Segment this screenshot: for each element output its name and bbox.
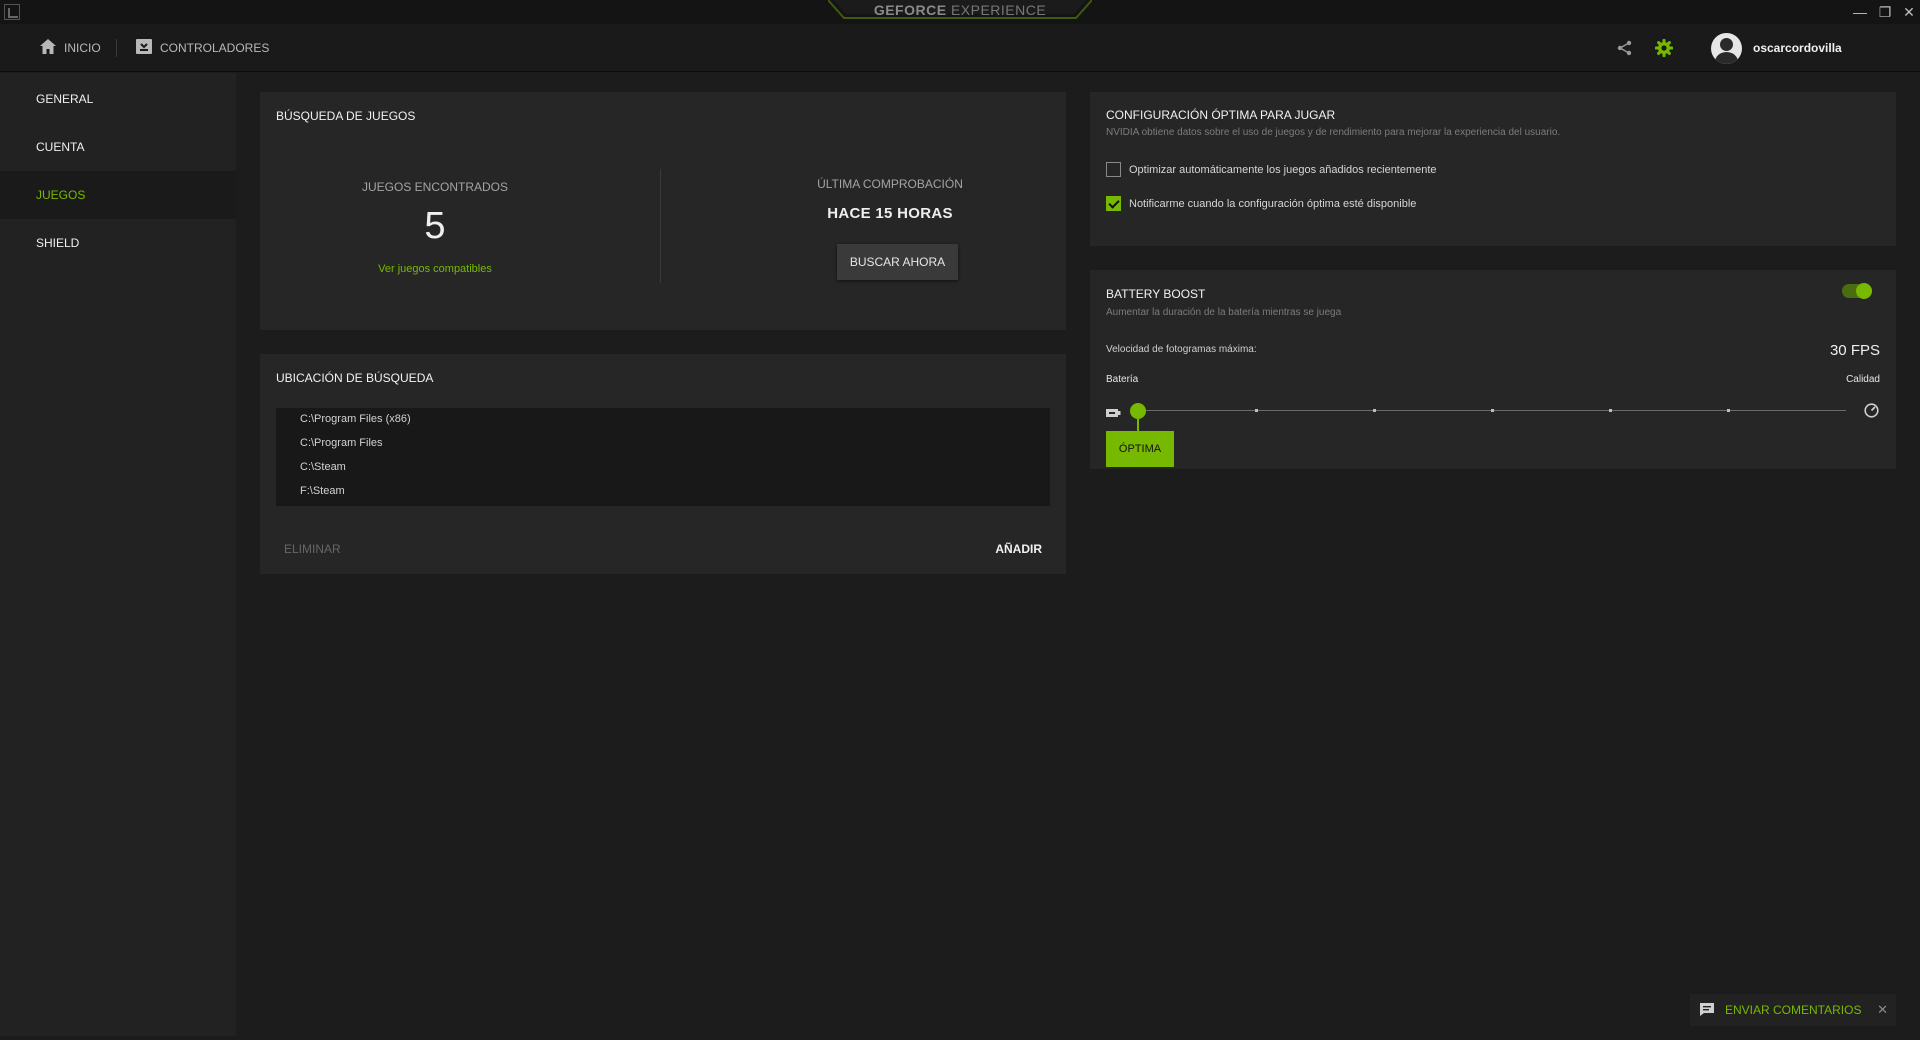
share-icon[interactable] <box>1615 38 1635 58</box>
last-check-label: ÚLTIMA COMPROBACIÓN <box>817 177 963 191</box>
slider-handle-stem <box>1137 419 1139 431</box>
stats-divider <box>660 169 661 283</box>
max-fps-value: 30 FPS <box>1829 342 1880 359</box>
max-fps-label: Velocidad de fotogramas máxima: <box>1106 344 1257 355</box>
game-search-title: BÚSQUEDA DE JUEGOS <box>276 109 416 123</box>
username[interactable]: oscarcordovilla <box>1753 24 1842 72</box>
auto-optimize-checkbox[interactable] <box>1106 162 1121 177</box>
slider-tick <box>1491 409 1494 412</box>
speedometer-icon <box>1864 403 1879 423</box>
optimal-settings-panel: CONFIGURACIÓN ÓPTIMA PARA JUGAR NVIDIA o… <box>1090 92 1896 246</box>
close-icon[interactable]: ✕ <box>1877 994 1888 1026</box>
drivers-icon <box>136 39 152 57</box>
games-found-label: JUEGOS ENCONTRADOS <box>361 180 508 194</box>
slider-left-label: Batería <box>1106 374 1139 385</box>
nav-divider <box>116 39 117 57</box>
close-window-button[interactable]: ✕ <box>1897 2 1920 22</box>
option-auto-optimize[interactable]: Optimizar automáticamente los juegos aña… <box>1106 162 1437 177</box>
sidebar-item-shield[interactable]: SHIELD <box>0 219 236 267</box>
fps-slider[interactable] <box>1138 409 1846 412</box>
battery-boost-description: Aumentar la duración de la batería mient… <box>1106 307 1342 318</box>
notify-checkbox[interactable] <box>1106 196 1121 211</box>
last-check-value: HACE 15 HORAS <box>827 205 953 222</box>
nav-item-controladores[interactable]: CONTROLADORES <box>136 24 269 72</box>
avatar[interactable] <box>1711 33 1742 64</box>
games-found-count: 5 <box>424 205 446 247</box>
home-icon <box>40 39 56 57</box>
path-list: C:\Program Files (x86) C:\Program Files … <box>276 408 1050 506</box>
restore-button[interactable]: ❐ <box>1873 2 1897 22</box>
remove-button[interactable]: ELIMINAR <box>284 542 341 556</box>
battery-icon <box>1106 405 1121 423</box>
slider-right-label: Calidad <box>1846 374 1880 385</box>
nav-item-inicio[interactable]: INICIO <box>40 24 101 72</box>
sidebar: GENERAL CUENTA JUEGOS SHIELD <box>0 73 236 1036</box>
brand-logo: GEFORCE EXPERIENCE <box>828 0 1092 22</box>
option-notify[interactable]: Notificarme cuando la configuración ópti… <box>1106 196 1416 211</box>
scan-now-button[interactable]: BUSCAR AHORA <box>837 244 958 280</box>
battery-boost-toggle[interactable] <box>1842 283 1872 299</box>
path-item[interactable]: C:\Program Files (x86) <box>300 413 411 425</box>
minimize-button[interactable]: — <box>1848 2 1872 22</box>
sidebar-item-juegos[interactable]: JUEGOS <box>0 171 236 219</box>
brand-bold-text: GEFORCE <box>873 2 947 18</box>
slider-tick <box>1727 409 1730 412</box>
battery-boost-panel: BATTERY BOOST Aumentar la duración de la… <box>1090 270 1896 469</box>
path-item[interactable]: C:\Steam <box>300 461 346 473</box>
add-button[interactable]: AÑADIR <box>995 542 1042 556</box>
game-search-panel: BÚSQUEDA DE JUEGOS JUEGOS ENCONTRADOS 5 … <box>260 92 1066 330</box>
slider-tick <box>1609 409 1612 412</box>
path-item[interactable]: F:\Steam <box>300 485 345 497</box>
compatible-games-link[interactable]: Ver juegos compatibles <box>340 263 530 275</box>
sidebar-item-general[interactable]: GENERAL <box>0 75 236 123</box>
auto-optimize-label: Optimizar automáticamente los juegos aña… <box>1129 163 1437 176</box>
path-item[interactable]: C:\Program Files <box>300 437 383 449</box>
nav-label-controladores: CONTROLADORES <box>160 41 270 55</box>
search-location-panel: UBICACIÓN DE BÚSQUEDA C:\Program Files (… <box>260 354 1066 574</box>
send-feedback-link[interactable]: ENVIAR COMENTARIOS <box>1725 994 1861 1026</box>
notify-label: Notificarme cuando la configuración ópti… <box>1129 197 1417 210</box>
slider-tick <box>1255 409 1258 412</box>
gear-icon[interactable] <box>1654 38 1674 58</box>
app-icon[interactable] <box>4 4 20 20</box>
nav-label-inicio: INICIO <box>64 41 101 55</box>
optimal-settings-title: CONFIGURACIÓN ÓPTIMA PARA JUGAR <box>1106 108 1336 122</box>
battery-boost-title: BATTERY BOOST <box>1106 287 1206 301</box>
top-navigation: INICIO CONTROLADORES oscarcordovilla <box>0 24 1920 72</box>
slider-handle[interactable] <box>1130 403 1146 419</box>
sidebar-item-cuenta[interactable]: CUENTA <box>0 123 236 171</box>
optimal-button[interactable]: ÓPTIMA <box>1106 431 1174 467</box>
search-location-title: UBICACIÓN DE BÚSQUEDA <box>276 371 434 385</box>
brand-light-text: EXPERIENCE <box>950 2 1047 18</box>
comment-icon <box>1700 1003 1714 1021</box>
slider-tick <box>1373 409 1376 412</box>
title-bar: GEFORCE EXPERIENCE — ❐ ✕ <box>0 0 1920 24</box>
feedback-bar: ENVIAR COMENTARIOS ✕ <box>1690 994 1896 1026</box>
optimal-settings-description: NVIDIA obtiene datos sobre el uso de jue… <box>1106 127 1561 138</box>
